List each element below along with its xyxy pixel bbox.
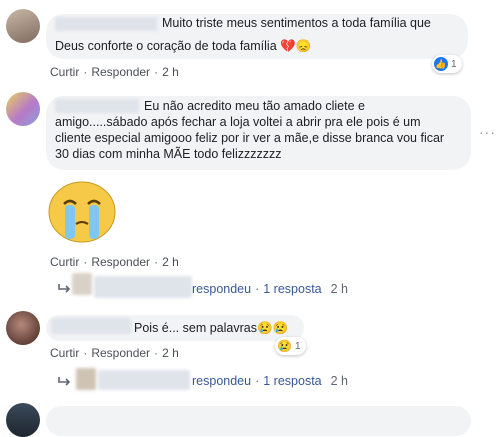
like-icon: 👍 <box>434 57 448 71</box>
avatar[interactable] <box>6 311 40 345</box>
replied-label: respondeu <box>192 374 252 388</box>
timestamp[interactable]: 2 h <box>162 346 179 360</box>
reply-author-name[interactable] <box>98 370 190 390</box>
commenter-name[interactable] <box>55 99 139 113</box>
timestamp[interactable]: 2 h <box>162 255 179 269</box>
comment-text: Muito triste meus sentimentos a toda fam… <box>162 16 431 30</box>
reply-button[interactable]: Responder <box>91 346 150 360</box>
reply-arrow-icon <box>58 282 71 296</box>
comment-text: Eu não acredito meu tão amado cliete e <box>144 99 365 113</box>
reply-arrow-icon <box>58 375 71 389</box>
reaction-count: 1 <box>294 340 301 352</box>
separator: · <box>255 374 260 388</box>
separator: · <box>83 255 88 269</box>
timestamp[interactable]: 2 h <box>162 65 179 79</box>
separator: · <box>154 255 159 269</box>
commenter-name[interactable] <box>55 17 157 31</box>
comment-actions: Curtir · Responder · 2 h <box>50 65 179 79</box>
like-button[interactable]: Curtir <box>50 255 79 269</box>
comment-bubble <box>46 406 471 436</box>
sad-reaction-icon: 😢 <box>277 339 292 353</box>
commenter-name[interactable] <box>51 318 131 334</box>
reaction-summary[interactable]: 😢 1 <box>275 337 306 355</box>
comment-text: amigo.....sábado após fechar a loja volt… <box>55 115 421 129</box>
reply-count: 1 resposta <box>263 282 322 296</box>
reply-time: 2 h <box>330 374 349 388</box>
reaction-count: 1 <box>451 58 457 70</box>
reply-button[interactable]: Responder <box>91 255 150 269</box>
avatar[interactable] <box>6 403 40 437</box>
reply-button[interactable]: Responder <box>91 65 150 79</box>
separator: · <box>255 282 260 296</box>
comment-text: Pois é... sem palavras😢😢 <box>134 321 289 335</box>
separator: · <box>154 346 159 360</box>
avatar[interactable] <box>6 92 40 126</box>
reply-count: 1 resposta <box>263 374 322 388</box>
replied-label: respondeu <box>192 282 252 296</box>
reply-avatar[interactable] <box>72 273 92 295</box>
comment-actions: Curtir · Responder · 2 h <box>50 346 179 360</box>
avatar[interactable] <box>6 9 40 43</box>
comment-text: cliente especial amigooo feliz por ir ve… <box>55 131 445 145</box>
separator: · <box>83 65 88 79</box>
reaction-summary[interactable]: 👍 1 <box>432 55 462 73</box>
reply-time: 2 h <box>330 282 349 296</box>
separator: · <box>83 346 88 360</box>
comment-text: 30 dias com minha MÃE todo felizzzzzzz <box>55 147 282 161</box>
crying-face-icon <box>46 180 118 244</box>
separator: · <box>154 65 159 79</box>
comment-text: Deus conforte o coração de toda família … <box>55 39 312 53</box>
reply-author-name[interactable] <box>94 276 192 298</box>
like-button[interactable]: Curtir <box>50 346 79 360</box>
like-button[interactable]: Curtir <box>50 65 79 79</box>
view-replies-link[interactable]: respondeu · 1 resposta 2 h <box>192 374 348 388</box>
view-replies-link[interactable]: respondeu · 1 resposta 2 h <box>192 282 348 296</box>
comment-actions: Curtir · Responder · 2 h <box>50 255 179 269</box>
more-options-icon[interactable]: ··· <box>479 124 496 140</box>
reply-avatar[interactable] <box>76 368 96 390</box>
